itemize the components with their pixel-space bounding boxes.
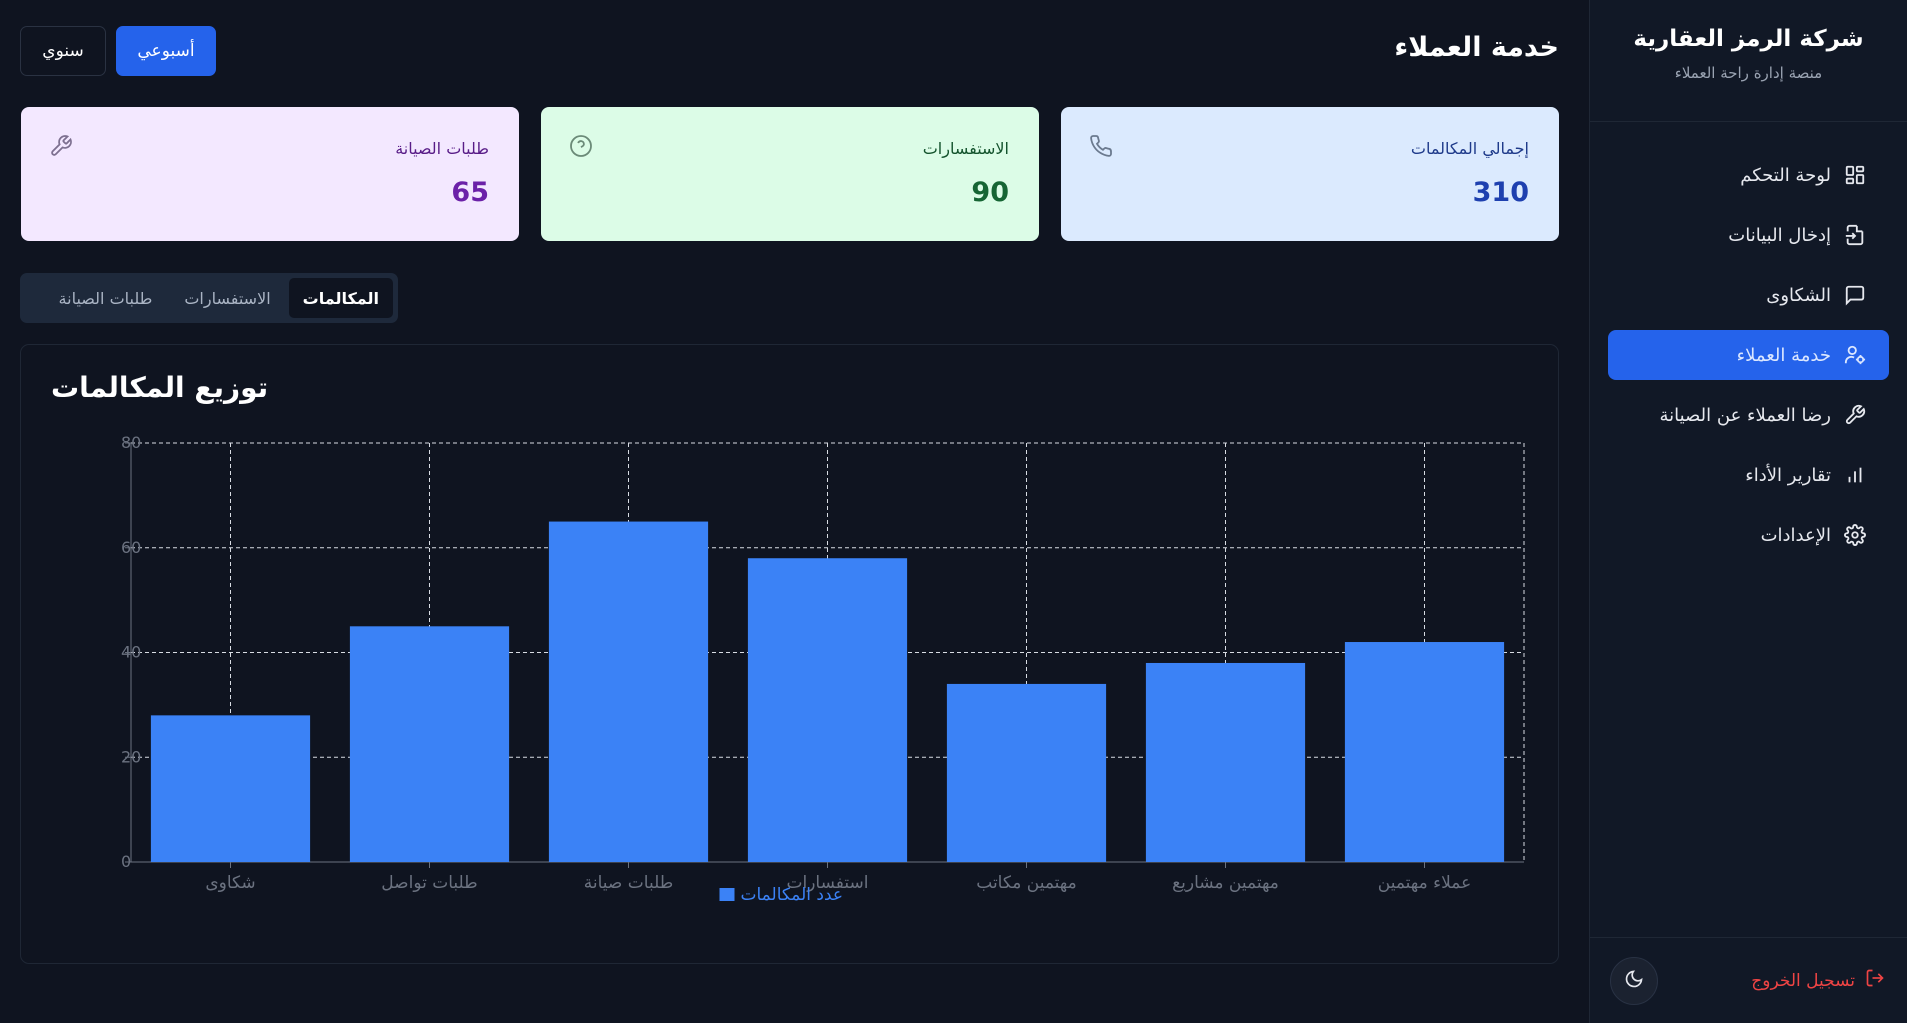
y-tick-label: 0 (121, 852, 131, 871)
dashboard-icon (1843, 163, 1867, 187)
chart-card: توزيع المكالمات 0 20 40 60 80 شكاوى طلبات تواص… (20, 344, 1559, 964)
calls-bar-chart: 020406080شكاوى طلبات تواصل طلبات صيانة استف… (121, 433, 1525, 905)
period-toggle: سنوي أسبوعي (20, 26, 216, 76)
sidebar: شركة الرمز العقارية منصة إدارة راحة العم… (1589, 0, 1907, 1023)
sidebar-item-label: خدمة العملاء (1736, 344, 1831, 366)
sidebar-footer: تسجيل الخروج (1590, 937, 1907, 1023)
sidebar-item-settings[interactable]: الإعدادات (1608, 510, 1889, 560)
chart-tabs: المكالمات الاستفسارات طلبات الصيانة (20, 273, 398, 323)
card-label: إجمالي المكالمات (1410, 139, 1529, 158)
chart-bar (946, 683, 1107, 862)
file-input-icon (1843, 223, 1867, 247)
x-tick-label: طلبات تواصل (381, 873, 477, 893)
maintenance-requests-card: طلبات الصيانة 65 (21, 107, 519, 241)
logout-button[interactable]: تسجيل الخروج (1751, 968, 1885, 993)
page-title: خدمة العملاء (1394, 32, 1559, 63)
theme-toggle-button[interactable] (1610, 956, 1658, 1005)
weekly-button[interactable]: أسبوعي (116, 26, 216, 76)
main-content: خدمة العملاء سنوي أسبوعي إجمالي المكالما… (0, 0, 1589, 1023)
inquiries-card: الاستفسارات 90 (541, 107, 1039, 241)
sidebar-item-customer-service[interactable]: خدمة العملاء (1608, 330, 1889, 380)
sidebar-item-label: رضا العملاء عن الصيانة (1659, 404, 1831, 426)
tab-calls[interactable]: المكالمات (288, 278, 393, 318)
sidebar-item-performance-reports[interactable]: تقارير الأداء (1608, 450, 1889, 500)
chart-bar (1344, 642, 1505, 862)
sidebar-item-complaints[interactable]: الشكاوى (1608, 270, 1889, 320)
x-tick-label: شكاوى (205, 873, 255, 893)
chart-bar (349, 626, 510, 862)
sidebar-item-label: إدخال البيانات (1728, 224, 1831, 246)
total-calls-card: إجمالي المكالمات 310 (1061, 107, 1559, 241)
sidebar-item-label: لوحة التحكم (1740, 164, 1831, 186)
x-tick-label: مهتمين مشاريع (1172, 873, 1279, 893)
sidebar-item-label: الإعدادات (1760, 524, 1831, 546)
chart-bar (1145, 662, 1306, 862)
chart-bar (548, 521, 709, 862)
logout-icon (1865, 968, 1885, 993)
card-value: 65 (451, 177, 489, 208)
sidebar-item-maintenance-satisfaction[interactable]: رضا العملاء عن الصيانة (1608, 390, 1889, 440)
sidebar-item-label: تقارير الأداء (1745, 464, 1831, 486)
chart-bar (150, 715, 311, 862)
moon-icon (1624, 969, 1644, 993)
x-tick-label: طلبات صيانة (584, 873, 673, 893)
bar-chart-icon (1843, 463, 1867, 487)
sidebar-nav: لوحة التحكم إدخال البيانات الشكاوى خدمة … (1590, 122, 1907, 560)
card-label: طلبات الصيانة (395, 139, 489, 158)
annual-button[interactable]: سنوي (20, 26, 106, 76)
sidebar-item-data-entry[interactable]: إدخال البيانات (1608, 210, 1889, 260)
sidebar-item-dashboard[interactable]: لوحة التحكم (1608, 150, 1889, 200)
phone-icon (1089, 134, 1113, 162)
x-tick-label: مهتمين مكاتب (976, 873, 1076, 893)
x-tick-label: عملاء مهتمين (1378, 873, 1471, 893)
card-label: الاستفسارات (922, 139, 1009, 158)
logout-label: تسجيل الخروج (1751, 970, 1855, 991)
user-cog-icon (1843, 343, 1867, 367)
brand-title: شركة الرمز العقارية (1633, 26, 1864, 52)
card-value: 310 (1472, 177, 1529, 208)
message-square-icon (1843, 283, 1867, 307)
card-value: 90 (971, 177, 1009, 208)
brand: شركة الرمز العقارية منصة إدارة راحة العم… (1590, 0, 1907, 122)
sidebar-item-label: الشكاوى (1766, 284, 1831, 306)
chart-bar (747, 558, 908, 862)
help-circle-icon (569, 134, 593, 162)
tab-inquiries[interactable]: الاستفسارات (170, 278, 284, 318)
legend-label: عدد المكالمات (741, 885, 844, 905)
gear-icon (1843, 523, 1867, 547)
brand-subtitle: منصة إدارة راحة العملاء (1674, 64, 1823, 82)
wrench-icon (49, 134, 73, 162)
wrench-icon (1843, 403, 1867, 427)
legend-swatch (719, 888, 735, 901)
tab-maintenance[interactable]: طلبات الصيانة (45, 278, 167, 318)
